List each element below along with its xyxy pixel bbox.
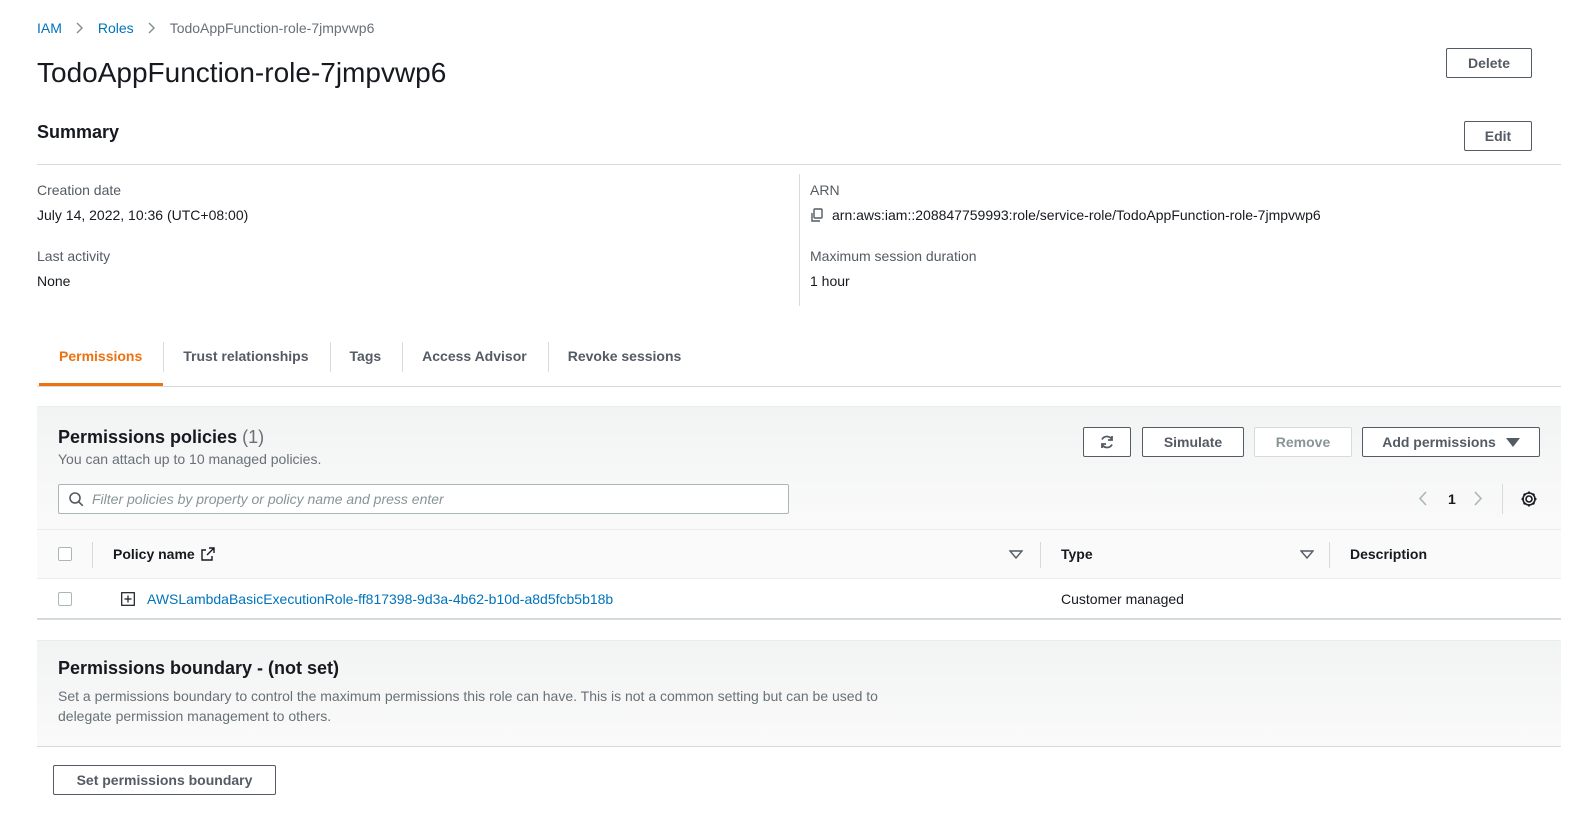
- refresh-icon: [1099, 434, 1115, 450]
- creation-date-label: Creation date: [37, 182, 122, 198]
- breadcrumb: IAM Roles TodoAppFunction-role-7jmpvwp6: [37, 20, 374, 36]
- max-session-value: 1 hour: [810, 273, 850, 289]
- permissions-description: You can attach up to 10 managed policies…: [58, 451, 322, 467]
- column-description[interactable]: Description: [1350, 546, 1427, 562]
- arn-row: arn:aws:iam::208847759993:role/service-r…: [810, 207, 1321, 223]
- copy-icon[interactable]: [810, 207, 824, 223]
- table-row: AWSLambdaBasicExecutionRole-ff817398-9d3…: [37, 580, 1561, 620]
- tab-list: Permissions Trust relationships Tags Acc…: [39, 338, 702, 386]
- last-activity-label: Last activity: [37, 248, 111, 264]
- summary-column-divider: [799, 174, 800, 306]
- tabs-divider: [37, 386, 1561, 387]
- page-number[interactable]: 1: [1448, 491, 1456, 507]
- tab-permissions[interactable]: Permissions: [39, 338, 164, 386]
- summary-title: Summary: [37, 122, 120, 142]
- max-session-label: Maximum session duration: [810, 248, 977, 264]
- search-icon: [69, 491, 84, 507]
- column-separator: [92, 542, 93, 568]
- column-separator: [1329, 542, 1330, 568]
- tab-access-advisor[interactable]: Access Advisor: [402, 338, 548, 386]
- edit-button[interactable]: Edit: [1464, 121, 1532, 151]
- column-policy-name[interactable]: Policy name: [113, 546, 215, 562]
- policies-table-header: Policy name Type Description: [37, 529, 1561, 579]
- arn-value: arn:aws:iam::208847759993:role/service-r…: [832, 207, 1321, 223]
- sort-icon[interactable]: [1300, 550, 1314, 559]
- refresh-button[interactable]: [1083, 427, 1131, 457]
- boundary-divider: [37, 746, 1561, 747]
- external-link-icon: [201, 547, 215, 561]
- add-permissions-button[interactable]: Add permissions: [1362, 427, 1540, 457]
- boundary-title: Permissions boundary - (not set): [58, 658, 340, 678]
- filter-container: [58, 484, 789, 514]
- permissions-count: (1): [242, 427, 265, 447]
- tab-trust-relationships[interactable]: Trust relationships: [163, 338, 329, 386]
- expand-icon[interactable]: [121, 592, 135, 606]
- chevron-right-icon[interactable]: [1474, 491, 1483, 506]
- remove-button[interactable]: Remove: [1254, 427, 1352, 457]
- simulate-button[interactable]: Simulate: [1142, 427, 1244, 457]
- gear-icon[interactable]: [1520, 490, 1538, 508]
- policy-name-link[interactable]: AWSLambdaBasicExecutionRole-ff817398-9d3…: [147, 591, 613, 607]
- page-title: TodoAppFunction-role-7jmpvwp6: [37, 57, 447, 88]
- row-checkbox[interactable]: [58, 592, 72, 606]
- chevron-right-icon: [148, 22, 156, 34]
- delete-button[interactable]: Delete: [1446, 48, 1532, 78]
- breadcrumb-iam[interactable]: IAM: [37, 20, 62, 36]
- tab-revoke-sessions[interactable]: Revoke sessions: [547, 338, 703, 386]
- breadcrumb-current: TodoAppFunction-role-7jmpvwp6: [169, 20, 375, 36]
- creation-date-value: July 14, 2022, 10:36 (UTC+08:00): [37, 207, 249, 223]
- caret-down-icon: [1505, 437, 1520, 447]
- set-permissions-boundary-button[interactable]: Set permissions boundary: [53, 765, 276, 795]
- arn-label: ARN: [810, 182, 840, 198]
- filter-policies-input[interactable]: [92, 491, 752, 507]
- last-activity-value: None: [37, 273, 71, 289]
- sort-icon[interactable]: [1009, 550, 1023, 559]
- column-type[interactable]: Type: [1061, 546, 1093, 562]
- breadcrumb-roles[interactable]: Roles: [98, 20, 134, 36]
- permissions-title: Permissions policies (1): [58, 427, 265, 447]
- boundary-description-line2: delegate permission management to others…: [58, 708, 332, 724]
- chevron-left-icon[interactable]: [1418, 491, 1427, 506]
- column-separator: [1040, 542, 1041, 568]
- select-all-checkbox[interactable]: [58, 547, 72, 561]
- boundary-description-line1: Set a permissions boundary to control th…: [58, 688, 878, 704]
- policy-type: Customer managed: [1061, 591, 1184, 607]
- tab-tags[interactable]: Tags: [329, 338, 403, 386]
- summary-divider: [37, 164, 1561, 165]
- chevron-right-icon: [76, 22, 84, 34]
- pagination-divider: [1502, 484, 1503, 514]
